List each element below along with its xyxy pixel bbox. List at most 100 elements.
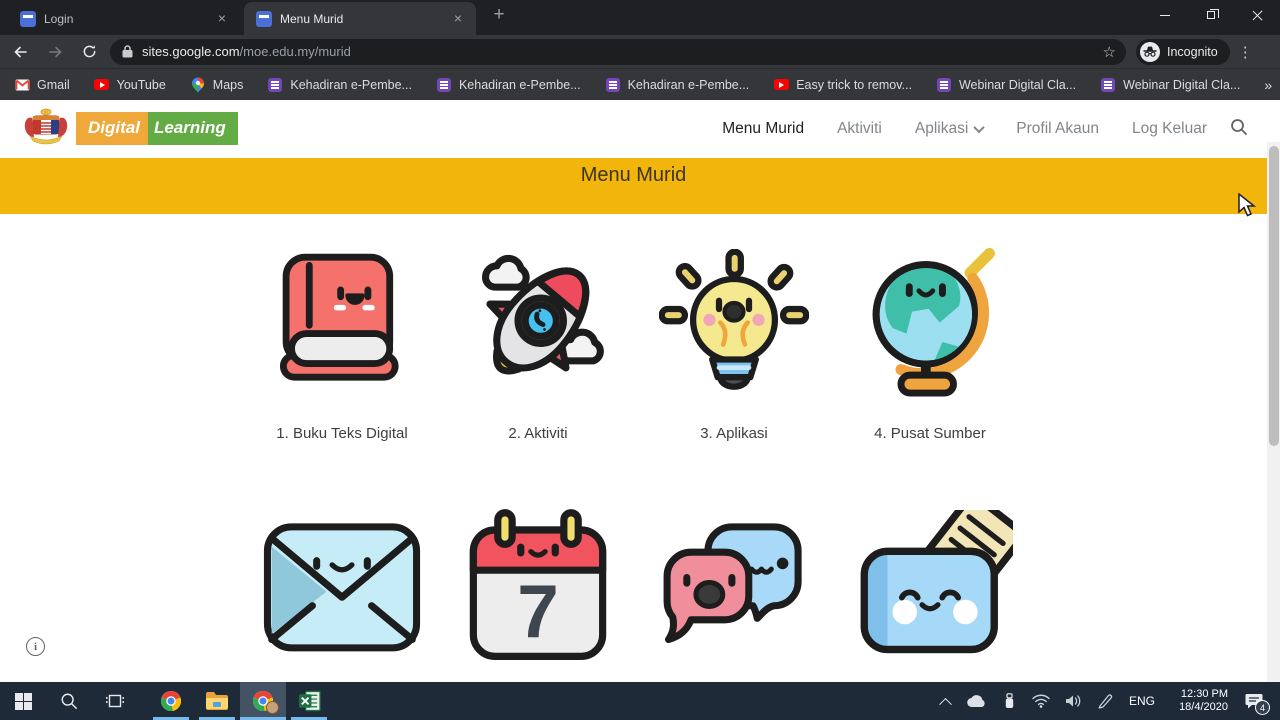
google-forms-icon — [936, 77, 952, 93]
windows-ink-tray-icon[interactable] — [1092, 682, 1118, 720]
taskbar-apps — [148, 682, 332, 720]
google-sites-favicon — [20, 10, 36, 27]
system-tray: ENG 12:30 PM 18/4/2020 4 — [932, 682, 1280, 720]
menu-item-envelope[interactable] — [244, 502, 440, 670]
site-info-button[interactable]: i — [26, 637, 45, 656]
page-scrollbar[interactable] — [1267, 142, 1280, 682]
taskbar-chrome-profile-button[interactable] — [240, 682, 286, 720]
bookmark-label: Kehadiran e-Pembe... — [458, 77, 581, 92]
book-icon — [267, 240, 417, 408]
menu-item-label: 1. Buku Teks Digital — [276, 425, 408, 442]
bookmark-star-icon[interactable]: ☆ — [1103, 43, 1116, 61]
speaker-icon — [1065, 695, 1080, 707]
minimize-button[interactable] — [1142, 0, 1188, 30]
bookmark-gmail[interactable]: Gmail — [14, 77, 70, 93]
bookmark-youtube[interactable]: YouTube — [94, 77, 166, 93]
nav-log-keluar[interactable]: Log Keluar — [1132, 120, 1207, 138]
url-path: /moe.edu.my/murid — [239, 44, 351, 59]
nav-aplikasi-label: Aplikasi — [914, 120, 969, 137]
browser-menu-icon[interactable]: ⋮ — [1238, 43, 1253, 61]
refresh-icon — [83, 45, 95, 58]
bookmarks-overflow-icon[interactable]: » — [1264, 77, 1272, 93]
menu-item-chat[interactable] — [636, 502, 832, 670]
windows-icon — [14, 692, 32, 710]
menu-item-calendar[interactable]: 7 — [440, 502, 636, 670]
bookmark-kehadiran-1[interactable]: Kehadiran e-Pembe... — [267, 77, 412, 93]
address-bar[interactable]: sites.google.com/moe.edu.my/murid ☆ — [110, 38, 1126, 65]
url-domain: sites.google.com — [142, 44, 240, 59]
nav-aplikasi[interactable]: Aplikasi — [914, 120, 985, 138]
menu-item-label: 2. Aktiviti — [508, 425, 568, 442]
rocket-icon — [460, 240, 616, 408]
site-logo[interactable]: Digital Learning — [20, 106, 238, 150]
bookmark-label: Webinar Digital Cla... — [1123, 77, 1241, 92]
tab-title: Menu Murid — [280, 11, 344, 26]
page-banner: Menu Murid — [0, 158, 1267, 214]
mouse-cursor — [1238, 193, 1257, 217]
bookmarks-bar: Gmail YouTube Maps Kehadiran e-Pembe... … — [0, 68, 1280, 100]
bookmark-easy-trick[interactable]: Easy trick to remov... — [773, 77, 912, 93]
tab-login[interactable]: Login × — [8, 2, 240, 35]
site-nav: Menu Murid Aktiviti Aplikasi Profil Akau… — [722, 100, 1207, 158]
menu-grid: 1. Buku Teks Digital 2. Aktiviti 3. Apli… — [244, 240, 1028, 670]
menu-item-pusat-sumber[interactable]: 4. Pusat Sumber — [832, 240, 1028, 445]
google-forms-icon — [1100, 77, 1116, 93]
forward-icon — [49, 46, 62, 57]
taskbar-chrome-button[interactable] — [148, 682, 194, 720]
wifi-tray-icon[interactable] — [1028, 682, 1054, 720]
wallet-icon — [847, 502, 1013, 670]
bookmark-kehadiran-2[interactable]: Kehadiran e-Pembe... — [436, 77, 581, 93]
nav-menu-murid[interactable]: Menu Murid — [722, 120, 804, 138]
taskbar-explorer-button[interactable] — [194, 682, 240, 720]
bookmark-webinar-2[interactable]: Webinar Digital Cla... — [1100, 77, 1240, 93]
usb-tray-icon[interactable] — [996, 682, 1022, 720]
bookmark-webinar-1[interactable]: Webinar Digital Cla... — [936, 77, 1076, 93]
site-header: Digital Learning Menu Murid Aktiviti Apl… — [0, 100, 1267, 158]
taskbar-excel-button[interactable] — [286, 682, 332, 720]
onedrive-tray-icon[interactable] — [964, 682, 990, 720]
browser-toolbar: sites.google.com/moe.edu.my/murid ☆ Inco… — [0, 35, 1280, 68]
maps-icon — [190, 77, 206, 93]
search-icon — [61, 693, 77, 709]
menu-item-label: 4. Pusat Sumber — [874, 425, 986, 442]
menu-item-aktiviti[interactable]: 2. Aktiviti — [440, 240, 636, 445]
start-button[interactable] — [0, 682, 46, 720]
task-view-button[interactable] — [92, 682, 138, 720]
bookmark-kehadiran-3[interactable]: Kehadiran e-Pembe... — [605, 77, 749, 93]
scrollbar-thumb[interactable] — [1268, 146, 1279, 446]
volume-tray-icon[interactable] — [1060, 682, 1086, 720]
nav-profil-akaun[interactable]: Profil Akaun — [1016, 120, 1099, 138]
cloud-icon — [967, 694, 985, 707]
brand-badge: Digital Learning — [76, 111, 238, 145]
menu-item-buku-teks[interactable]: 1. Buku Teks Digital — [244, 240, 440, 445]
clock-time: 12:30 PM — [1180, 688, 1228, 700]
back-button[interactable] — [8, 39, 34, 65]
tab-close-icon[interactable]: × — [450, 10, 466, 27]
excel-icon — [298, 690, 321, 712]
menu-item-wallet[interactable] — [832, 502, 1028, 670]
incognito-label: Incognito — [1167, 44, 1218, 59]
nav-aktiviti[interactable]: Aktiviti — [837, 120, 882, 138]
new-tab-button[interactable]: + — [486, 3, 512, 29]
gmail-icon — [14, 77, 30, 93]
language-indicator[interactable]: ENG — [1124, 694, 1160, 708]
tray-expand-button[interactable] — [932, 682, 958, 720]
bookmark-label: Maps — [212, 77, 244, 92]
bookmark-maps[interactable]: Maps — [190, 77, 244, 93]
restore-button[interactable] — [1188, 0, 1234, 30]
refresh-button[interactable] — [76, 39, 102, 65]
site-search-button[interactable] — [1229, 117, 1249, 142]
menu-item-aplikasi[interactable]: 3. Aplikasi — [636, 240, 832, 445]
tab-menu-murid[interactable]: Menu Murid × — [244, 2, 476, 35]
taskbar-search-button[interactable] — [46, 682, 92, 720]
tab-close-icon[interactable]: × — [214, 10, 230, 27]
incognito-spy-icon — [1140, 41, 1160, 62]
taskbar: ENG 12:30 PM 18/4/2020 4 — [0, 682, 1280, 720]
forward-button[interactable] — [42, 39, 68, 65]
chrome-icon — [161, 691, 181, 712]
close-button[interactable] — [1234, 0, 1280, 30]
google-forms-icon — [605, 77, 621, 93]
action-center-button[interactable]: 4 — [1234, 682, 1274, 720]
chevron-up-icon — [938, 697, 952, 711]
clock[interactable]: 12:30 PM 18/4/2020 — [1166, 688, 1228, 714]
